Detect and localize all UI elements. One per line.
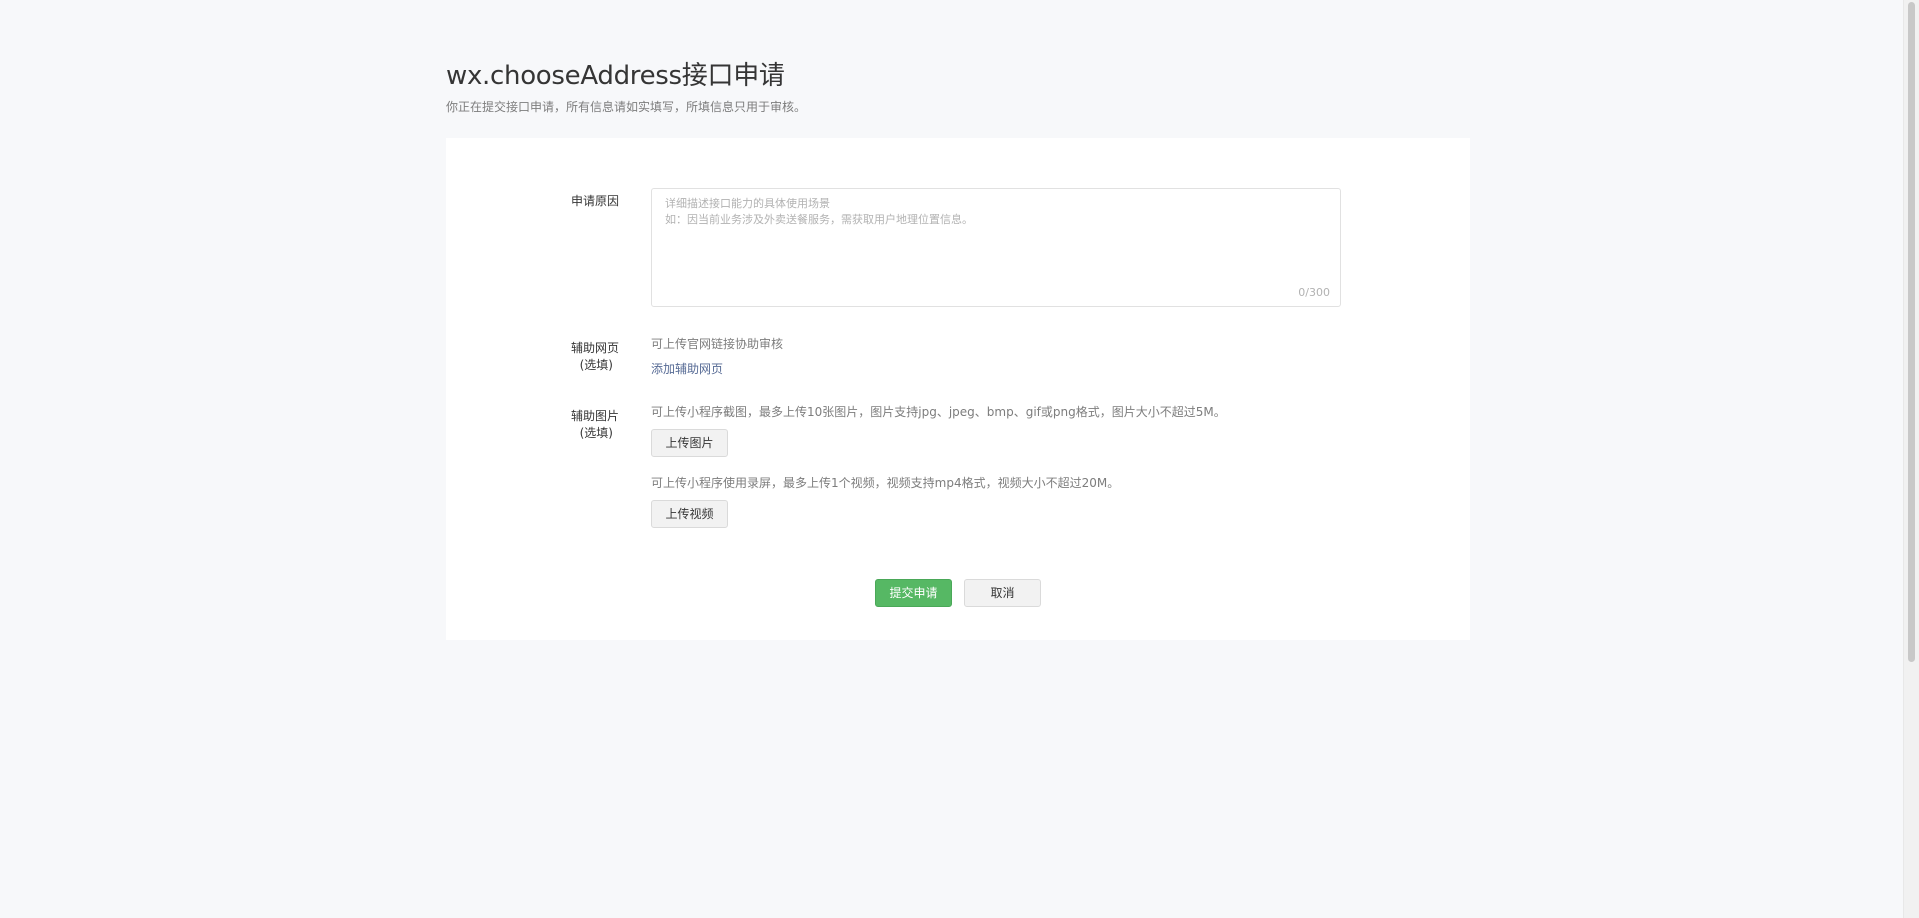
reason-control: 0/300 bbox=[651, 188, 1341, 307]
scrollbar-thumb[interactable] bbox=[1908, 2, 1915, 662]
images-label-text: 辅助图片 bbox=[570, 409, 619, 423]
image-upload-hint: 可上传小程序截图，最多上传10张图片，图片支持jpg、jpeg、bmp、gif或… bbox=[651, 405, 1226, 419]
images-control: 可上传小程序截图，最多上传10张图片，图片支持jpg、jpeg、bmp、gif或… bbox=[651, 404, 1226, 528]
page-title: wx.chooseAddress接口申请 bbox=[446, 61, 785, 91]
application-form-card: 申请原因 0/300 辅助网页 (选填) 可上传官网链接协助审核 添加辅助网页 bbox=[446, 138, 1470, 640]
reason-textarea-wrap: 0/300 bbox=[651, 188, 1341, 307]
reason-char-counter: 0/300 bbox=[1298, 286, 1330, 299]
images-label: 辅助图片 (选填) bbox=[446, 408, 619, 442]
webpage-hint: 可上传官网链接协助审核 bbox=[651, 337, 784, 351]
add-webpage-link[interactable]: 添加辅助网页 bbox=[651, 361, 723, 378]
cancel-button[interactable]: 取消 bbox=[964, 579, 1041, 607]
webpage-control: 可上传官网链接协助审核 添加辅助网页 bbox=[651, 336, 783, 378]
page-header: wx.chooseAddress接口申请 你正在提交接口申请，所有信息请如实填写… bbox=[446, 58, 806, 115]
video-upload-hint: 可上传小程序使用录屏，最多上传1个视频，视频支持mp4格式，视频大小不超过20M… bbox=[651, 476, 1120, 490]
webpage-label: 辅助网页 (选填) bbox=[446, 340, 619, 374]
webpage-label-optional: (选填) bbox=[579, 358, 613, 372]
image-upload-wrap: 上传图片 bbox=[651, 429, 1226, 457]
upload-video-button[interactable]: 上传视频 bbox=[651, 500, 728, 528]
vertical-scrollbar[interactable] bbox=[1903, 0, 1919, 918]
submit-application-button[interactable]: 提交申请 bbox=[875, 579, 952, 607]
upload-image-button[interactable]: 上传图片 bbox=[651, 429, 728, 457]
page-subtitle: 你正在提交接口申请，所有信息请如实填写，所填信息只用于审核。 bbox=[446, 100, 807, 114]
reason-label: 申请原因 bbox=[446, 193, 619, 210]
reason-textarea[interactable] bbox=[652, 189, 1340, 306]
images-label-optional: (选填) bbox=[579, 426, 613, 440]
webpage-label-text: 辅助网页 bbox=[570, 341, 619, 355]
reason-label-text: 申请原因 bbox=[570, 194, 619, 208]
video-upload-wrap: 上传视频 bbox=[651, 500, 1226, 528]
page: wx.chooseAddress接口申请 你正在提交接口申请，所有信息请如实填写… bbox=[0, 0, 1919, 918]
